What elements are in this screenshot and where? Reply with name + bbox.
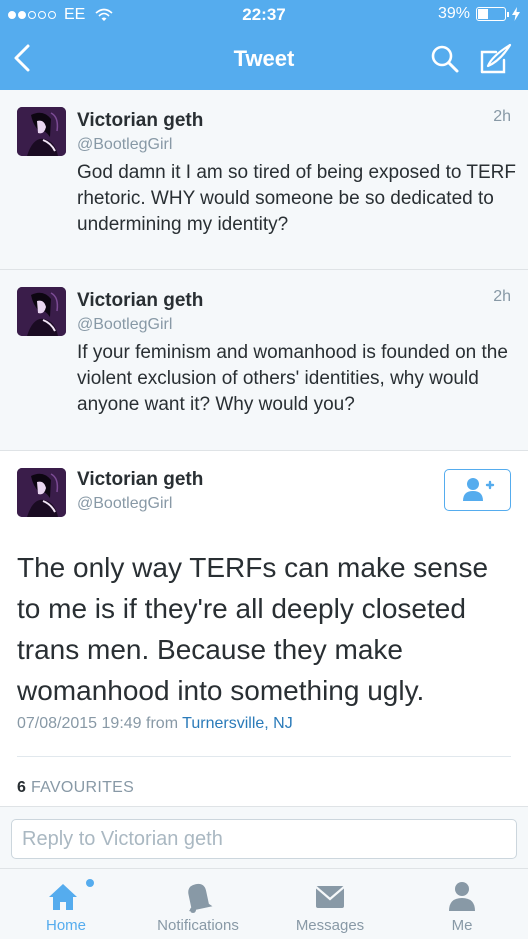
tweet-timestamp: 2h: [493, 108, 511, 125]
avatar[interactable]: [17, 287, 66, 336]
search-button[interactable]: [430, 44, 460, 74]
main-tweet: Victorian geth @BootlegGirl The only way…: [0, 451, 528, 806]
search-icon: [431, 45, 459, 73]
favourites-count: 6: [17, 779, 27, 796]
avatar-image: [17, 107, 66, 156]
home-icon: [49, 884, 77, 910]
follow-button[interactable]: [444, 469, 511, 511]
tweet-text: The only way TERFs can make sense to me …: [17, 552, 489, 706]
author-handle: @BootlegGirl: [77, 495, 173, 512]
author-handle: @BootlegGirl: [77, 136, 173, 153]
battery-icon: [476, 7, 509, 21]
person-icon: [449, 882, 475, 911]
new-tweets-dot: [86, 879, 94, 887]
nav-header: EE 22:37 39% Tweet: [0, 0, 528, 90]
tweet-timestamp: 2h: [493, 288, 511, 305]
author-name[interactable]: Victorian geth: [77, 110, 203, 132]
battery-percent: 39%: [437, 5, 470, 22]
tab-bar: Home Notifications Messages Me: [0, 868, 528, 939]
compose-icon: [480, 43, 512, 74]
tab-me[interactable]: Me: [396, 869, 528, 939]
tweet-item[interactable]: Victorian geth @BootlegGirl 2h If your f…: [0, 270, 528, 451]
charging-icon: [512, 7, 520, 21]
tweet-meta: 07/08/2015 19:49 from Turnersville, NJ: [17, 715, 293, 733]
tab-messages[interactable]: Messages: [264, 869, 396, 939]
tab-label: Messages: [295, 917, 365, 934]
author-name[interactable]: Victorian geth: [77, 290, 203, 312]
author-name[interactable]: Victorian geth: [77, 469, 203, 491]
status-bar: EE 22:37 39%: [0, 0, 528, 30]
tab-home[interactable]: Home: [0, 869, 132, 939]
from-label: from: [146, 715, 179, 732]
favourites-label: FAVOURITES: [30, 779, 135, 796]
avatar[interactable]: [17, 107, 66, 156]
tweet-item[interactable]: Victorian geth @BootlegGirl 2h God damn …: [0, 90, 528, 270]
reply-bar: [0, 806, 528, 868]
divider: [17, 756, 511, 757]
tab-label: Notifications: [157, 917, 239, 934]
tweet-text: God damn it I am so tired of being expos…: [77, 162, 516, 235]
compose-button[interactable]: [478, 42, 514, 76]
envelope-icon: [315, 886, 345, 908]
avatar[interactable]: [17, 468, 66, 517]
tweet-date: 07/08/2015 19:49: [17, 715, 142, 732]
tab-label: Me: [451, 917, 473, 934]
avatar-image: [17, 468, 66, 517]
tweet-text: If your feminism and womanhood is founde…: [77, 342, 508, 415]
bell-icon: [188, 883, 213, 913]
tab-notifications[interactable]: Notifications: [132, 869, 264, 939]
favourites-stat[interactable]: 6 FAVOURITES: [17, 779, 134, 797]
author-handle: @BootlegGirl: [77, 316, 173, 333]
avatar-image: [17, 287, 66, 336]
reply-input[interactable]: [11, 819, 517, 859]
add-user-icon: [463, 478, 495, 501]
tab-label: Home: [45, 917, 86, 934]
status-right: 39%: [438, 5, 520, 23]
location-link[interactable]: Turnersville, NJ: [182, 715, 293, 732]
